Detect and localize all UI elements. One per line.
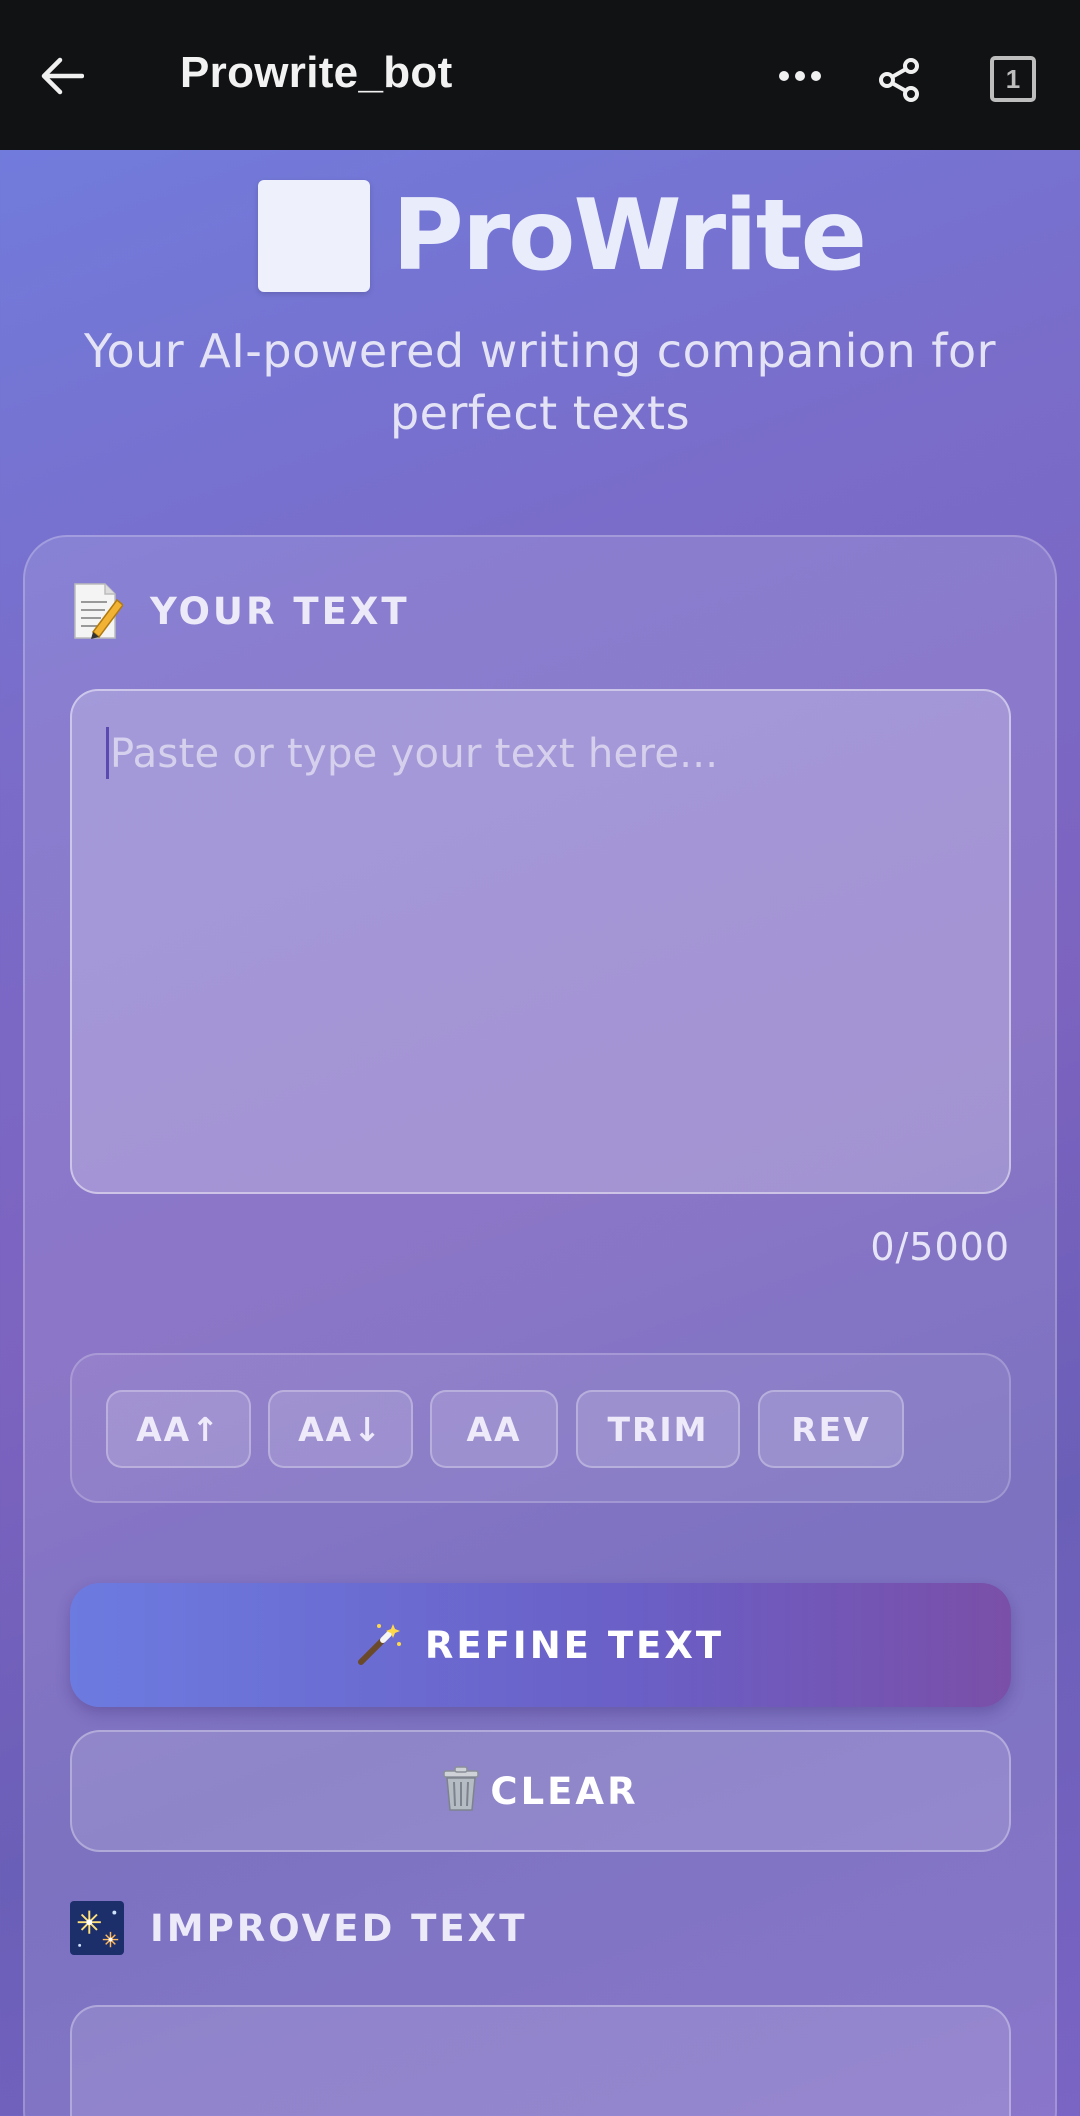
refine-text-button[interactable]: REFINE TEXT: [70, 1583, 1011, 1707]
app-bar: Prowrite_bot 1: [0, 0, 1080, 150]
logo-square-icon: [258, 179, 370, 292]
lowercase-button[interactable]: AA↓: [268, 1390, 413, 1468]
tab-count: 1: [1005, 63, 1021, 94]
improved-text-output[interactable]: [70, 2005, 1011, 2116]
clear-label: CLEAR: [490, 1769, 639, 1813]
titlecase-button[interactable]: AA: [430, 1390, 558, 1468]
back-arrow-icon[interactable]: [36, 50, 88, 102]
app-title: Prowrite_bot: [180, 48, 453, 97]
tabs-icon[interactable]: 1: [990, 56, 1036, 102]
tagline: Your AI-powered writing companion for pe…: [83, 324, 997, 440]
text-input[interactable]: Paste or type your text here...: [70, 689, 1011, 1194]
memo-pencil-icon: [70, 583, 124, 639]
quick-tools-bar: AA↑ AA↓ AA TRIM REV: [70, 1353, 1011, 1503]
output-section-label: IMPROVED TEXT: [150, 1906, 528, 1950]
input-section-label: YOUR TEXT: [150, 589, 410, 633]
text-input-placeholder: Paste or type your text here...: [110, 731, 719, 777]
uppercase-button[interactable]: AA↑: [106, 1390, 251, 1468]
refine-text-label: REFINE TEXT: [424, 1623, 725, 1667]
character-counter: 0/5000: [870, 1225, 1010, 1269]
text-cursor: [106, 727, 109, 779]
input-section-header: YOUR TEXT: [70, 583, 410, 639]
clear-button[interactable]: CLEAR: [70, 1730, 1011, 1852]
magic-wand-icon: [357, 1620, 403, 1670]
trash-icon: [442, 1766, 480, 1816]
logo-text: ProWrite: [392, 178, 867, 293]
trim-button[interactable]: TRIM: [576, 1390, 740, 1468]
reverse-button[interactable]: REV: [758, 1390, 904, 1468]
logo: ProWrite: [258, 178, 867, 293]
output-section-header: IMPROVED TEXT: [70, 1900, 527, 1956]
share-icon[interactable]: [872, 52, 928, 108]
sparkler-icon: [70, 1900, 124, 1956]
more-dots-icon[interactable]: [775, 50, 825, 102]
